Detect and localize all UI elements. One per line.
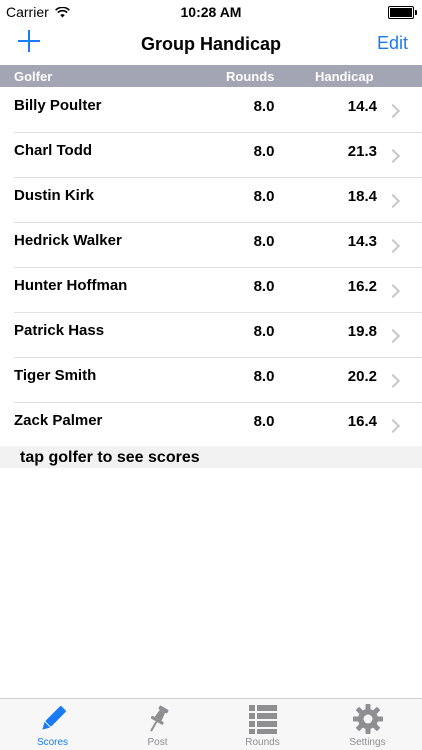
chevron-right-icon — [385, 193, 401, 209]
hint-bar: tap golfer to see scores — [0, 446, 422, 468]
golfer-name: Charl Todd — [14, 142, 93, 159]
chevron-right-icon — [385, 418, 401, 434]
pin-icon — [149, 705, 168, 732]
tab-rounds[interactable]: Rounds — [210, 699, 315, 750]
table-row[interactable]: Patrick Hass 8.0 19.8 — [14, 313, 422, 358]
table-row[interactable]: Zack Palmer 8.0 16.4 — [14, 403, 422, 447]
table-header: Golfer Rounds Handicap — [0, 65, 422, 87]
golfer-handicap: 20.2 — [347, 368, 377, 385]
table-row[interactable]: Tiger Smith 8.0 20.2 — [14, 358, 422, 403]
tab-settings-label: Settings — [349, 737, 386, 748]
golfer-handicap: 14.4 — [347, 98, 377, 115]
gear-icon — [352, 704, 383, 734]
chevron-right-icon — [385, 238, 401, 254]
golfer-rounds: 8.0 — [253, 233, 275, 250]
table-row[interactable]: Dustin Kirk 8.0 18.4 — [14, 178, 422, 223]
golfer-rounds: 8.0 — [253, 368, 275, 385]
golfer-handicap: 21.3 — [347, 143, 377, 160]
chevron-right-icon — [385, 373, 401, 389]
table-row[interactable]: Hedrick Walker 8.0 14.3 — [14, 223, 422, 268]
list-icon — [248, 705, 277, 734]
golfer-handicap: 16.4 — [347, 413, 377, 430]
golfer-rounds: 8.0 — [253, 413, 275, 430]
table-row[interactable]: Billy Poulter 8.0 14.4 — [14, 88, 422, 133]
golfer-rounds: 8.0 — [253, 143, 275, 160]
header-handicap: Handicap — [315, 69, 374, 84]
golfer-list: Billy Poulter 8.0 14.4 Charl Todd 8.0 21… — [0, 88, 422, 447]
golfer-rounds: 8.0 — [253, 188, 275, 205]
golfer-name: Zack Palmer — [14, 412, 103, 429]
pencil-icon — [41, 705, 66, 730]
chevron-right-icon — [385, 103, 401, 119]
battery-icon — [388, 6, 417, 19]
tab-settings[interactable]: Settings — [315, 699, 420, 750]
edit-button[interactable]: Edit — [377, 33, 408, 54]
chevron-right-icon — [385, 283, 401, 299]
golfer-rounds: 8.0 — [253, 98, 275, 115]
golfer-name: Hedrick Walker — [14, 232, 122, 249]
golfer-handicap: 18.4 — [347, 188, 377, 205]
golfer-rounds: 8.0 — [253, 278, 275, 295]
tab-scores[interactable]: Scores — [0, 699, 105, 750]
golfer-handicap: 16.2 — [347, 278, 377, 295]
golfer-handicap: 14.3 — [347, 233, 377, 250]
status-bar: Carrier 10:28 AM — [0, 0, 422, 24]
status-time: 10:28 AM — [180, 4, 242, 20]
golfer-name: Hunter Hoffman — [14, 277, 128, 294]
tab-rounds-label: Rounds — [245, 737, 280, 748]
tab-post[interactable]: Post — [105, 699, 210, 750]
golfer-name: Tiger Smith — [14, 367, 97, 384]
navigation-bar: Group Handicap Edit — [0, 24, 422, 65]
header-rounds: Rounds — [226, 69, 275, 84]
tab-scores-label: Scores — [36, 737, 69, 748]
page-title: Group Handicap — [140, 34, 281, 54]
tab-bar: Scores Post Rounds Settings — [0, 698, 422, 750]
header-golfer: Golfer — [14, 69, 53, 84]
golfer-name: Dustin Kirk — [14, 187, 95, 204]
hint-text: tap golfer to see scores — [20, 449, 200, 466]
table-row[interactable]: Charl Todd 8.0 21.3 — [14, 133, 422, 178]
table-row[interactable]: Hunter Hoffman 8.0 16.2 — [14, 268, 422, 313]
golfer-handicap: 19.8 — [347, 323, 377, 340]
tab-post-label: Post — [147, 737, 168, 748]
golfer-name: Patrick Hass — [14, 322, 105, 339]
golfer-rounds: 8.0 — [253, 323, 275, 340]
chevron-right-icon — [385, 148, 401, 164]
chevron-right-icon — [385, 328, 401, 344]
golfer-name: Billy Poulter — [14, 97, 102, 114]
